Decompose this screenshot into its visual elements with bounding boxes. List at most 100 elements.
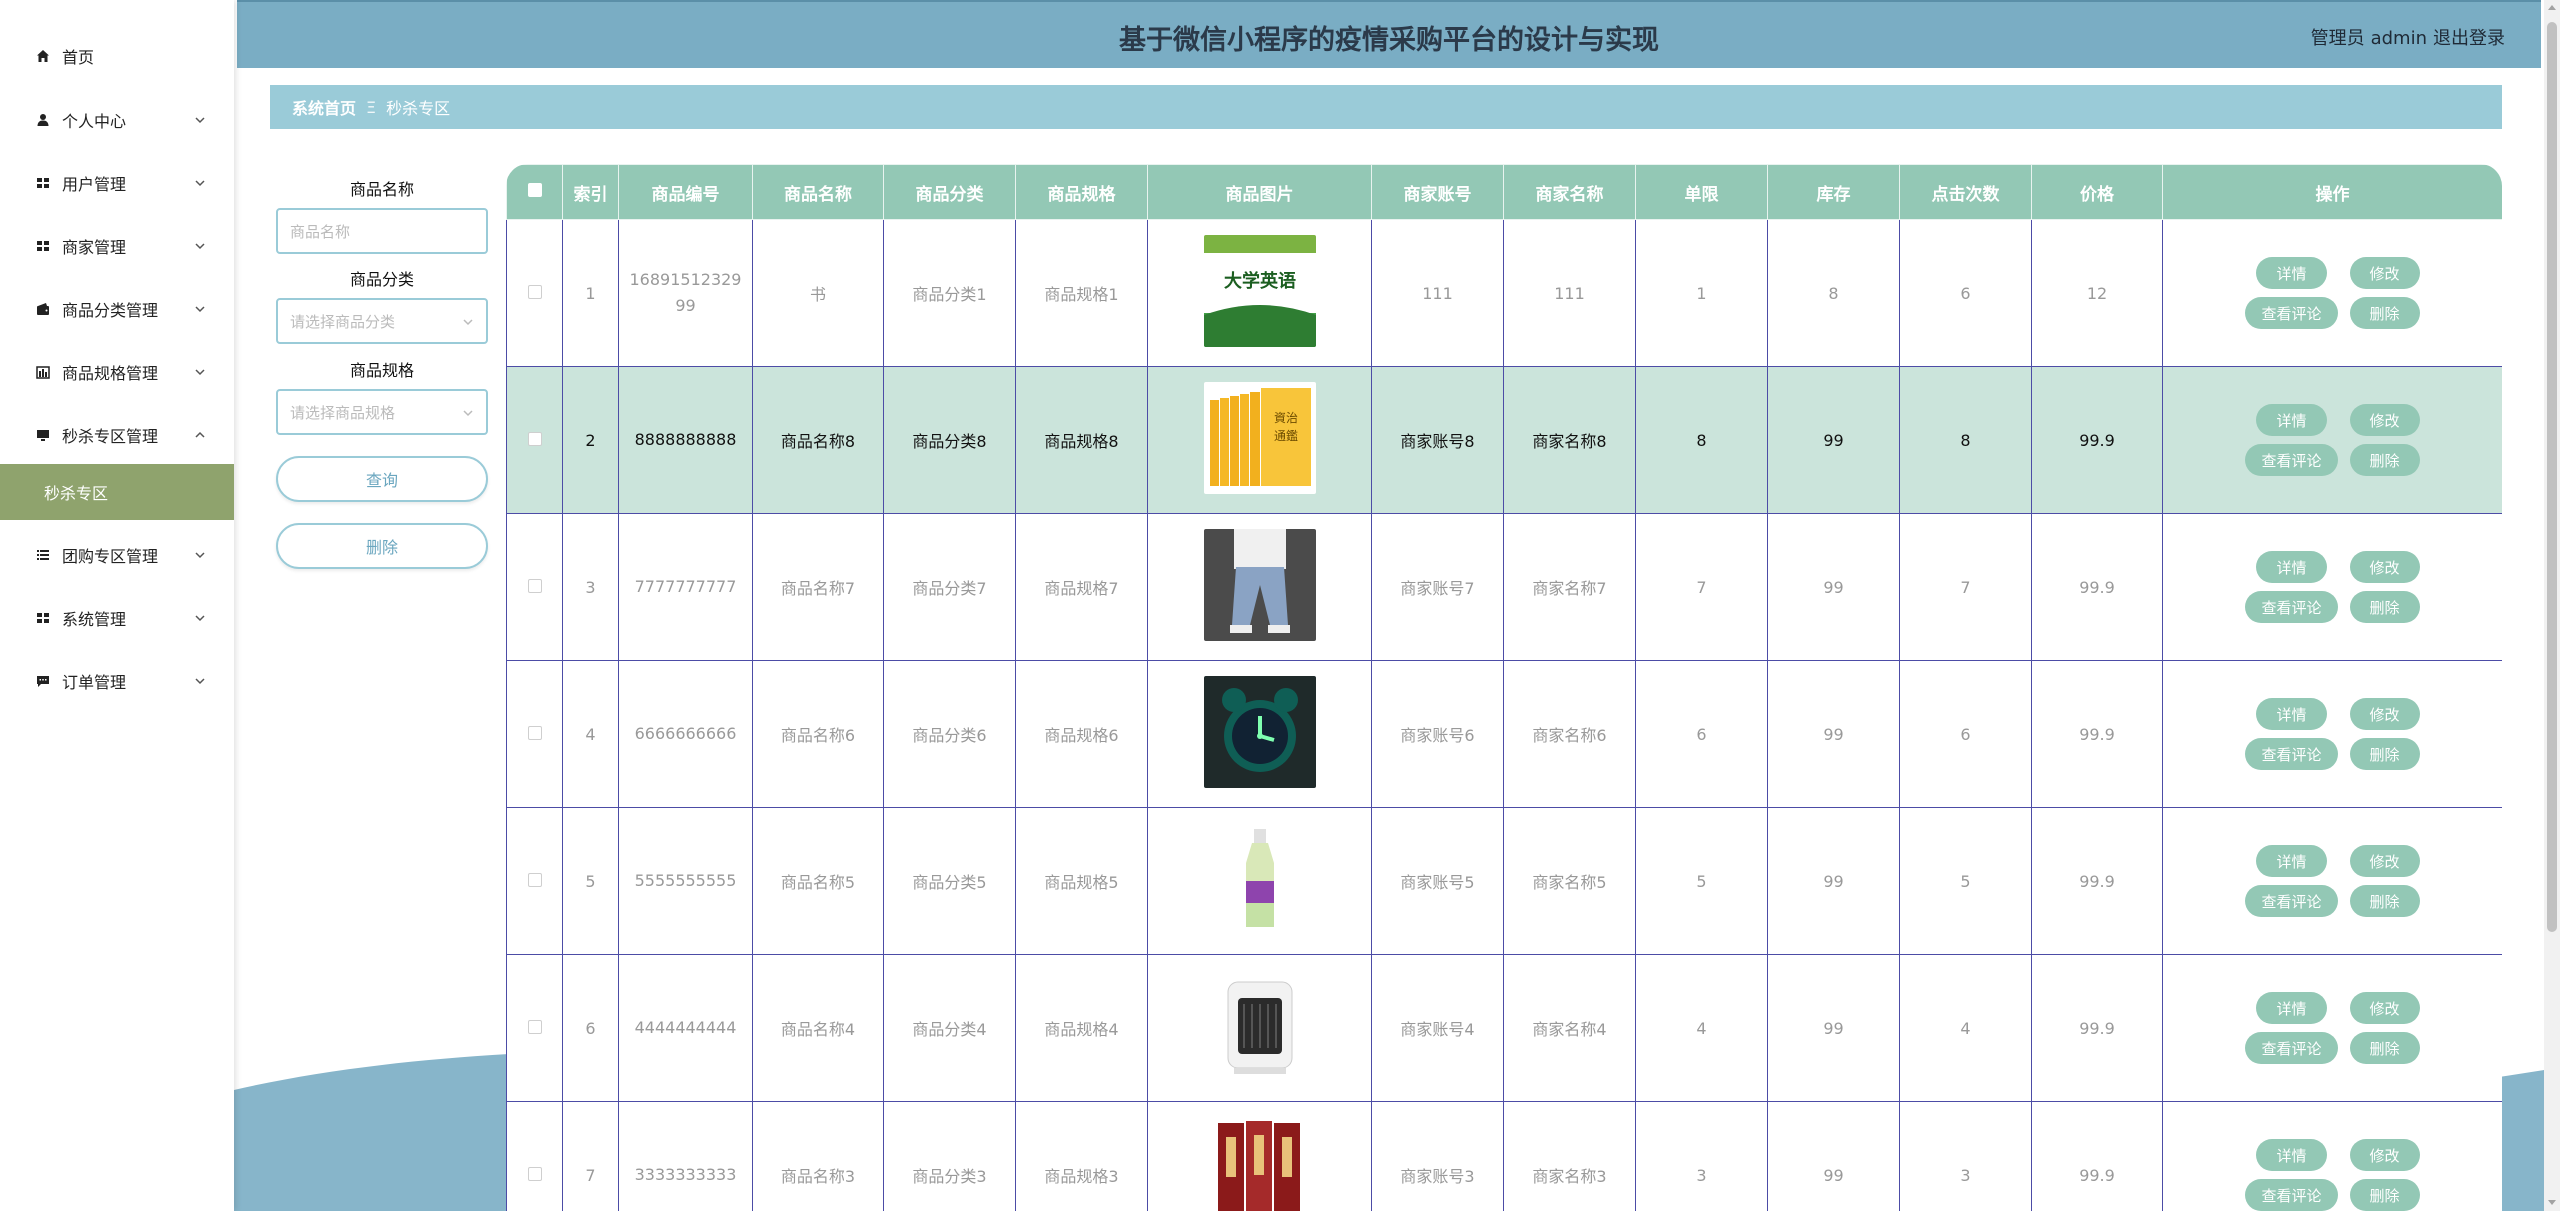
product-image [1203, 970, 1316, 1086]
cell-spec: 商品规格3 [1015, 1101, 1148, 1211]
detail-button[interactable]: 详情 [2256, 257, 2327, 289]
sidebar-item-groupbuy[interactable]: 团购专区管理 [0, 535, 234, 575]
sidebar-item-categories[interactable]: 商品分类管理 [0, 289, 234, 329]
edit-button[interactable]: 修改 [2349, 551, 2420, 583]
cell-actions: 详情 修改 查看评论 删除 [2162, 219, 2502, 367]
delete-button[interactable]: 删除 [2349, 591, 2420, 623]
view-reviews-button[interactable]: 查看评论 [2245, 444, 2338, 476]
detail-button[interactable]: 详情 [2256, 992, 2327, 1024]
sidebar-item-specs[interactable]: 商品规格管理 [0, 352, 234, 392]
cell-merchant-name: 商家名称4 [1503, 954, 1636, 1102]
cell-name: 书 [752, 219, 884, 367]
category-select[interactable]: 请选择商品分类 [276, 298, 488, 344]
sidebar-item-seckill[interactable]: 秒杀专区管理 [0, 415, 234, 455]
cell-clicks: 5 [1899, 807, 2032, 955]
delete-button[interactable]: 删除 [2349, 444, 2420, 476]
view-reviews-button[interactable]: 查看评论 [2245, 738, 2338, 770]
cell-merchant-account: 111 [1371, 219, 1504, 367]
table-row[interactable]: 1 1689151232999 书商品分类1 商品规格1 大学英语 111 111 1 8 6 12… [506, 219, 2502, 367]
delete-selected-button[interactable]: 删除 [276, 523, 488, 569]
spec-select[interactable]: 请选择商品规格 [276, 389, 488, 435]
delete-button[interactable]: 删除 [2349, 738, 2420, 770]
sidebar-item-home[interactable]: 首页 [0, 36, 234, 76]
sidebar-item-system[interactable]: 系统管理 [0, 598, 234, 638]
detail-button[interactable]: 详情 [2256, 404, 2327, 436]
select-all-checkbox[interactable] [527, 183, 542, 197]
table-row[interactable]: 7 3333333333 商品名称3 商品分类3 商品规格3 商家账号3 商家名称3 3 99 3… [506, 1101, 2502, 1211]
row-checkbox[interactable] [527, 1019, 542, 1034]
cell-price: 99.9 [2031, 954, 2163, 1102]
delete-button[interactable]: 删除 [2349, 885, 2420, 917]
row-checkbox[interactable] [527, 431, 542, 446]
edit-button[interactable]: 修改 [2349, 257, 2420, 289]
table-row[interactable]: 2 8888888888 商品名称8 商品分类8 商品规格8 資治 通鑑 商家账号8 商家名称8… [506, 366, 2502, 514]
detail-button[interactable]: 详情 [2256, 845, 2327, 877]
cell-merchant-name: 商家名称7 [1503, 513, 1636, 661]
scroll-down-arrow[interactable] [2548, 1200, 2556, 1205]
chevron-down-icon [194, 177, 206, 189]
cell-image: 資治 通鑑 [1147, 366, 1372, 514]
cell-code: 7777777777 [618, 513, 753, 661]
row-select-cell [506, 513, 563, 661]
sidebar-item-users[interactable]: 用户管理 [0, 163, 234, 203]
chevron-down-icon [194, 366, 206, 378]
table-row[interactable]: 6 4444444444 商品名称4 商品分类4 商品规格4 商家账号4 商家名称4 4 99 4… [506, 954, 2502, 1102]
row-checkbox[interactable] [527, 725, 542, 740]
logout-link[interactable]: 退出登录 [2433, 28, 2505, 49]
edit-button[interactable]: 修改 [2349, 404, 2420, 436]
edit-button[interactable]: 修改 [2349, 1139, 2420, 1171]
column-header: 索引 [562, 164, 619, 220]
sidebar-item-label: 秒杀专区管理 [62, 427, 159, 446]
cell-image [1147, 954, 1372, 1102]
name-input[interactable]: 商品名称 [276, 208, 488, 254]
cell-category: 商品分类6 [883, 660, 1016, 808]
cell-code: 3333333333 [618, 1101, 753, 1211]
view-reviews-button[interactable]: 查看评论 [2245, 885, 2338, 917]
view-reviews-button[interactable]: 查看评论 [2245, 1032, 2338, 1064]
view-reviews-button[interactable]: 查看评论 [2245, 591, 2338, 623]
cell-spec: 商品规格6 [1015, 660, 1148, 808]
delete-button[interactable]: 删除 [2349, 297, 2420, 329]
table-row[interactable]: 3 7777777777 商品名称7 商品分类7 商品规格7 商家账号7 商家名称7 7 99 7… [506, 513, 2502, 661]
delete-button[interactable]: 删除 [2349, 1179, 2420, 1211]
scroll-up-arrow[interactable] [2548, 5, 2556, 10]
row-checkbox[interactable] [527, 284, 542, 299]
product-image [1203, 529, 1316, 645]
cell-name: 商品名称7 [752, 513, 884, 661]
row-checkbox[interactable] [527, 1166, 542, 1181]
delete-button[interactable]: 删除 [2349, 1032, 2420, 1064]
cell-price: 99.9 [2031, 513, 2163, 661]
view-reviews-button[interactable]: 查看评论 [2245, 297, 2338, 329]
breadcrumb-home[interactable]: 系统首页 [292, 95, 356, 119]
breadcrumb-current: 秒杀专区 [386, 99, 451, 118]
detail-button[interactable]: 详情 [2256, 551, 2327, 583]
edit-button[interactable]: 修改 [2349, 698, 2420, 730]
row-select-cell [506, 366, 563, 514]
edit-button[interactable]: 修改 [2349, 845, 2420, 877]
sidebar-item-orders[interactable]: 订单管理 [0, 661, 234, 701]
row-select-cell [506, 219, 563, 367]
sidebar-item-merchants[interactable]: 商家管理 [0, 226, 234, 266]
cell-name: 商品名称5 [752, 807, 884, 955]
scrollbar-thumb[interactable] [2547, 22, 2557, 932]
row-checkbox[interactable] [527, 578, 542, 593]
table-row[interactable]: 4 6666666666 商品名称6 商品分类6 商品规格6 商家账号6 商家名称6 6 99 6… [506, 660, 2502, 808]
table-row[interactable]: 5 5555555555 商品名称5 商品分类5 商品规格5 商家账号5 商家名称5 5 99 5… [506, 807, 2502, 955]
cell-price: 99.9 [2031, 1101, 2163, 1211]
detail-button[interactable]: 详情 [2256, 1139, 2327, 1171]
row-checkbox[interactable] [527, 872, 542, 887]
cell-category: 商品分类5 [883, 807, 1016, 955]
detail-button[interactable]: 详情 [2256, 698, 2327, 730]
sidebar-item-profile[interactable]: 个人中心 [0, 100, 234, 140]
sidebar-subitem-seckill-zone[interactable]: 秒杀专区 [0, 464, 234, 520]
cell-clicks: 6 [1899, 660, 2032, 808]
cell-stock: 99 [1767, 807, 1900, 955]
view-reviews-button[interactable]: 查看评论 [2245, 1179, 2338, 1211]
cell-index: 1 [562, 219, 619, 367]
page-scrollbar[interactable] [2544, 0, 2560, 1211]
chevron-down-icon [194, 114, 206, 126]
cell-image: 大学英语 [1147, 219, 1372, 367]
edit-button[interactable]: 修改 [2349, 992, 2420, 1024]
column-header: 库存 [1767, 164, 1900, 220]
query-button[interactable]: 查询 [276, 456, 488, 502]
